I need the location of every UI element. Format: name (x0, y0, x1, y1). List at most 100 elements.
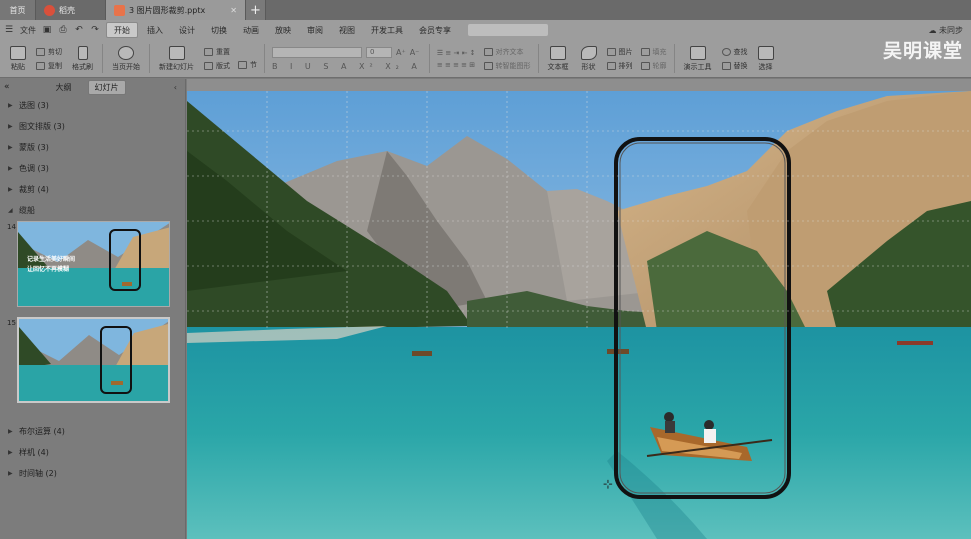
shape-button[interactable]: 形状 (575, 40, 603, 77)
fill-button[interactable]: 填充 (640, 47, 667, 57)
replace-icon (721, 61, 731, 70)
text-box-button[interactable]: 文本框 (542, 40, 575, 77)
align-text-label: 对齐文本 (495, 47, 524, 56)
outline-button[interactable]: 轮廓 (640, 61, 667, 71)
expand-arrow-icon: ▶ (8, 186, 13, 193)
panel-options-icon[interactable]: ‹ (174, 83, 177, 92)
start-slideshow-button[interactable]: 当页开始 (106, 40, 146, 77)
collapse-panel-icon[interactable]: « (4, 82, 10, 92)
section-item[interactable]: ▶ 时间轴 (2) (0, 463, 185, 484)
slide-thumbnail-selected[interactable] (17, 317, 170, 403)
tab-document[interactable]: 3 图片圆形裁剪.pptx ✕ (106, 0, 246, 20)
grow-font-icon[interactable]: A⁺ (396, 48, 406, 57)
menu-icon[interactable]: ☰ (4, 25, 14, 35)
undo-icon[interactable]: ↶ (74, 25, 84, 35)
docer-icon (44, 4, 55, 16)
copy-button[interactable]: 复制 (36, 61, 62, 71)
section-item[interactable]: ▶ 色调 (3) (0, 158, 185, 179)
presentation-tools-button[interactable]: 演示工具 (678, 40, 718, 77)
tab-home[interactable]: 首页 (0, 0, 36, 20)
reset-button[interactable]: 重置 (204, 47, 230, 57)
smartart-label: 转智能图形 (495, 61, 531, 70)
font-size-value: 0 (370, 47, 375, 56)
outline-label: 轮廓 (652, 61, 667, 70)
replace-button[interactable]: 替换 (721, 61, 748, 71)
convert-smartart-button[interactable]: 转智能图形 (483, 61, 531, 71)
thumbnail-caption: 让回忆不再模糊 (27, 266, 70, 273)
new-slide-button[interactable]: 新建幻灯片 (153, 40, 200, 77)
smartart-icon (483, 61, 493, 70)
sync-status[interactable]: ☁ 未同步 (928, 25, 963, 36)
search-box[interactable] (468, 24, 548, 36)
menu-tab-transition[interactable]: 切换 (204, 22, 234, 38)
cut-button[interactable]: 剪切 (36, 47, 62, 57)
menu-label: 视图 (339, 25, 355, 35)
section-item[interactable]: ▶ 蒙版 (3) (0, 137, 185, 158)
text-direction-group: 对齐文本 转智能图形 (480, 40, 535, 77)
find-button[interactable]: 查找 (721, 47, 748, 57)
expand-arrow-icon: ▶ (8, 470, 13, 477)
print-icon[interactable]: ⎙ (58, 25, 68, 35)
format-painter-button[interactable]: 格式刷 (66, 40, 99, 77)
cut-label: 剪切 (48, 47, 62, 56)
section-item[interactable]: ▶ 裁剪 (4) (0, 179, 185, 200)
align-text-button[interactable]: 对齐文本 (483, 47, 531, 57)
slide-thumbnail[interactable]: 记录生活美好瞬间 让回忆不再模糊 (17, 221, 170, 307)
ribbon-divider (673, 44, 675, 73)
panel-header: « 大纲 幻灯片 ‹ (0, 79, 185, 95)
section-item-expanded[interactable]: ◢ 缆船 (0, 200, 185, 221)
section-icon (238, 60, 247, 69)
text-box-label: 文本框 (547, 62, 569, 71)
redo-icon[interactable]: ↷ (90, 25, 100, 35)
menu-tab-insert[interactable]: 插入 (140, 22, 170, 38)
layout-button[interactable]: 版式 (204, 61, 230, 71)
file-menu[interactable]: 文件 (20, 25, 36, 36)
slide-editor[interactable]: ⊹ (187, 79, 971, 539)
find-label: 查找 (733, 47, 748, 56)
tab-label: 幻灯片 (94, 82, 119, 92)
paste-button[interactable]: 粘贴 (4, 40, 32, 77)
slide-thumbnails: 14 记录生活美好瞬间 让回忆不再模糊 15 (0, 221, 185, 421)
section-group: 节 (234, 40, 261, 77)
slide-canvas[interactable] (187, 91, 971, 539)
section-item[interactable]: ▶ 样机 (4) (0, 442, 185, 463)
section-item[interactable]: ▶ 选图 (3) (0, 95, 185, 116)
menu-tab-home[interactable]: 开始 (106, 22, 138, 38)
menu-bar: ☰ 文件 ▣ ⎙ ↶ ↷ 开始 插入 设计 切换 动画 放映 审阅 视图 开发工… (0, 20, 971, 40)
close-tab-icon[interactable]: ✕ (230, 6, 237, 15)
menu-tab-animation[interactable]: 动画 (236, 22, 266, 38)
menu-tab-developer[interactable]: 开发工具 (364, 22, 410, 38)
menu-tab-design[interactable]: 设计 (172, 22, 202, 38)
tab-docer[interactable]: 稻壳 (36, 0, 106, 20)
text-format-buttons[interactable]: B I U S A X² X₂ A (272, 62, 422, 71)
plus-icon: + (250, 2, 261, 18)
tab-slides[interactable]: 幻灯片 (87, 79, 126, 95)
section-item[interactable]: ▶ 图文排版 (3) (0, 116, 185, 137)
shrink-font-icon[interactable]: A⁻ (410, 48, 420, 57)
expand-arrow-icon: ▶ (8, 449, 13, 456)
menu-tab-review[interactable]: 审阅 (300, 22, 330, 38)
font-size-select[interactable]: 0 (366, 46, 392, 58)
paste-icon (10, 45, 26, 60)
section-item[interactable]: ▶ 布尔运算 (4) (0, 421, 185, 442)
menu-label: 开发工具 (371, 25, 403, 35)
fill-label: 填充 (652, 47, 667, 56)
picture-button[interactable]: 图片 (606, 47, 633, 57)
mouse-cursor-icon: ⊹ (603, 477, 614, 491)
menu-tab-member[interactable]: 会员专享 (412, 22, 458, 38)
align-tools[interactable]: ≡ ≡ ≡ ≡ ⊞ (437, 61, 476, 69)
section-button[interactable]: 节 (238, 60, 257, 70)
menu-tab-slideshow[interactable]: 放映 (268, 22, 298, 38)
new-tab-button[interactable]: + (246, 0, 266, 20)
tab-outline[interactable]: 大纲 (50, 81, 78, 94)
font-family-select[interactable] (272, 46, 362, 58)
tab-label: 首页 (9, 5, 26, 15)
find-group: 查找 替换 (718, 40, 752, 77)
menu-tab-view[interactable]: 视图 (332, 22, 362, 38)
select-button[interactable]: 选择 (752, 40, 780, 77)
paragraph-tools[interactable]: ☰ ≡ ⇥ ⇤ ↕ (437, 49, 476, 57)
paste-label: 粘贴 (11, 62, 25, 71)
arrange-button[interactable]: 排列 (606, 61, 633, 71)
cursor-icon (757, 45, 774, 60)
save-icon[interactable]: ▣ (42, 25, 52, 35)
